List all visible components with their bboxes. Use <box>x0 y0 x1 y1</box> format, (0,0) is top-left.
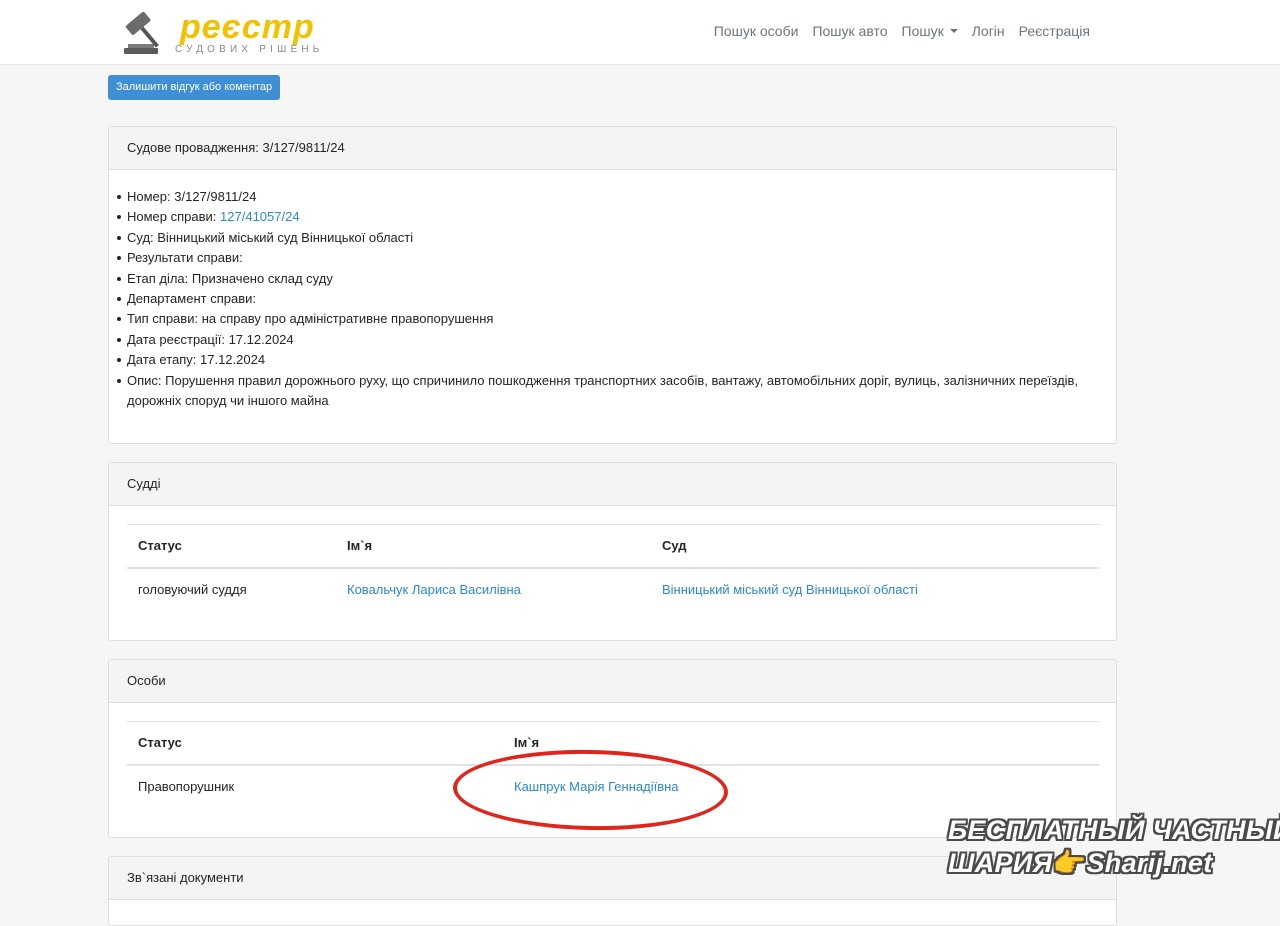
detail-stage-date-value: 17.12.2024 <box>200 352 266 368</box>
nav-login[interactable]: Логін <box>965 22 1012 40</box>
judge-status: головуючий суддя <box>138 582 247 597</box>
detail-description-label: Опис: <box>127 372 166 388</box>
nav-car-search[interactable]: Пошук авто <box>805 22 894 40</box>
detail-reg-date-label: Дата реєстрації: <box>127 331 229 347</box>
detail-reg-date: Дата реєстрації: 17.12.2024 <box>117 330 1098 350</box>
detail-court-value: Вінницький міський суд Вінницької област… <box>157 229 414 245</box>
table-row: головуючий суддя Ковальчук Лариса Василі… <box>127 568 1099 611</box>
column-court: Суд <box>662 538 687 554</box>
column-name: Ім`я <box>347 538 373 554</box>
detail-stage: Етап діла: Призначено склад суду <box>117 269 1098 289</box>
detail-court-label: Суд: <box>127 229 158 245</box>
detail-results: Результати справи: <box>117 248 1098 268</box>
persons-header: Особи <box>109 660 1116 703</box>
brand-subtitle: СУДОВИХ РІШЕНЬ <box>175 44 324 55</box>
case-number-link[interactable]: 127/41057/24 <box>220 209 300 224</box>
column-status: Статус <box>138 735 182 751</box>
judges-table: Статус Ім`я Суд головуючий суддя Ковальч… <box>127 524 1099 611</box>
detail-stage-label: Етап діла: <box>127 270 192 286</box>
judge-court-link[interactable]: Вінницький міський суд Вінницької област… <box>662 582 918 597</box>
proceeding-details: Номер: 3/127/9811/24 Номер справи: 127/4… <box>117 187 1098 412</box>
brand-title: реєстр <box>180 8 315 46</box>
watermark: БЕСПЛАТНЫЙ ЧАСТНЫЙ ШАРИЯ👉Sharij.net <box>948 814 1280 880</box>
nav-register[interactable]: Реєстрація <box>1012 22 1097 40</box>
detail-type: Тип справи: на справу про адміністративн… <box>117 309 1098 329</box>
detail-stage-date-label: Дата етапу: <box>127 352 200 368</box>
detail-description-value: Порушення правил дорожнього руху, що спр… <box>127 372 1079 409</box>
judges-header: Судді <box>109 463 1116 506</box>
detail-reg-date-value: 17.12.2024 <box>228 331 294 347</box>
chevron-down-icon <box>949 29 958 33</box>
detail-department: Департамент справи: <box>117 289 1098 309</box>
watermark-left: ШАРИЯ <box>948 848 1053 878</box>
detail-case-label: Номер справи: <box>127 209 221 225</box>
detail-stage-date: Дата етапу: 17.12.2024 <box>117 350 1098 370</box>
column-status: Статус <box>138 538 182 554</box>
person-status: Правопорушник <box>138 779 235 794</box>
nav-search-label: Пошук <box>901 23 944 39</box>
judges-table-header: Статус Ім`я Суд <box>127 524 1099 568</box>
navbar: реєстр СУДОВИХ РІШЕНЬ Пошук особи Пошук … <box>0 0 1280 65</box>
judge-name-link[interactable]: Ковальчук Лариса Василівна <box>347 582 521 597</box>
feedback-button[interactable]: Залишити відгук або коментар <box>108 75 281 100</box>
detail-description: Опис: Порушення правил дорожнього руху, … <box>117 371 1098 412</box>
detail-number-value: 3/127/9811/24 <box>174 189 257 204</box>
nav-person-search[interactable]: Пошук особи <box>707 22 806 40</box>
detail-type-value: на справу про адміністративне правопоруш… <box>201 311 494 327</box>
gavel-icon <box>124 11 159 54</box>
detail-number-label: Номер: <box>127 189 175 204</box>
proceeding-card: Судове провадження: 3/127/9811/24 Номер:… <box>108 126 1117 444</box>
watermark-line-1: БЕСПЛАТНЫЙ ЧАСТНЫЙ <box>948 815 1280 845</box>
watermark-right: Sharij.net <box>1086 848 1213 878</box>
nav-search-dropdown[interactable]: Пошук <box>895 22 965 40</box>
proceeding-header: Судове провадження: 3/127/9811/24 <box>109 127 1116 170</box>
judges-card: Судді Статус Ім`я Суд головуючий суддя К… <box>108 462 1117 641</box>
detail-type-label: Тип справи: <box>127 311 202 327</box>
detail-number: Номер: 3/127/9811/24 <box>117 187 1098 207</box>
detail-case-number: Номер справи: 127/41057/24 <box>117 207 1098 227</box>
pointing-hand-icon: 👉 <box>1052 848 1087 878</box>
watermark-line-2: ШАРИЯ👉Sharij.net <box>948 847 1258 880</box>
detail-court: Суд: Вінницький міський суд Вінницької о… <box>117 228 1098 248</box>
detail-stage-value: Призначено склад суду <box>191 270 333 286</box>
site-logo[interactable]: реєстр СУДОВИХ РІШЕНЬ <box>120 8 319 58</box>
main-nav: Пошук особи Пошук авто Пошук Логін Реєст… <box>707 22 1097 40</box>
